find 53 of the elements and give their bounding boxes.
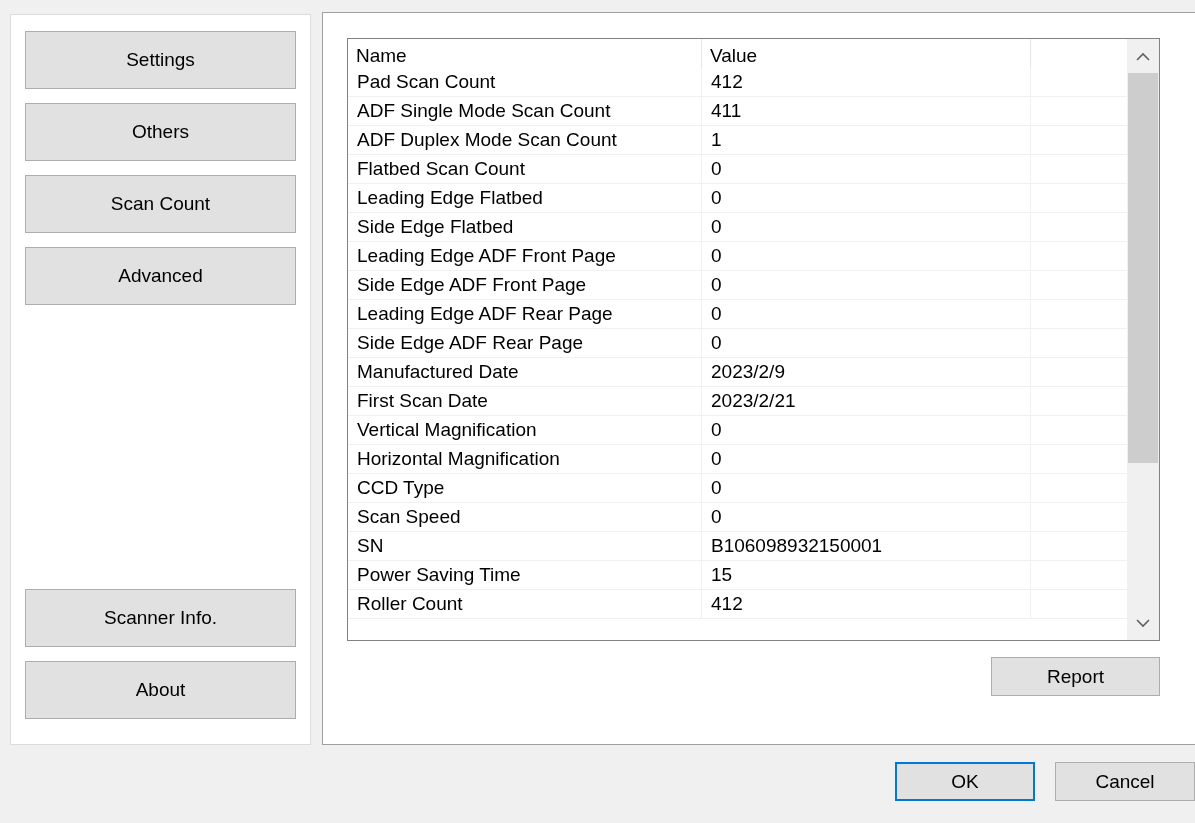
cancel-button[interactable]: Cancel [1055,762,1195,801]
scrollbar-thumb[interactable] [1128,73,1158,463]
sidebar-button[interactable]: Scan Count [25,175,296,233]
table-cell: 0 [702,300,1031,329]
table-cell: 412 [702,590,1031,619]
scroll-down-icon[interactable] [1136,618,1150,628]
scroll-up-icon[interactable] [1136,51,1150,61]
table-cell: Leading Edge Flatbed [348,184,702,213]
table-cell: ADF Duplex Mode Scan Count [348,126,702,155]
table-cell: Flatbed Scan Count [348,155,702,184]
column-header[interactable]: Value [702,39,1031,72]
table-cell: CCD Type [348,474,702,503]
table-cell: Vertical Magnification [348,416,702,445]
sidebar-button[interactable]: Others [25,103,296,161]
table-cell: First Scan Date [348,387,702,416]
table-cell: 0 [702,503,1031,532]
table-cell: Horizontal Magnification [348,445,702,474]
sidebar-button[interactable]: About [25,661,296,719]
table-cell: 0 [702,416,1031,445]
table-cell: 1 [702,126,1031,155]
table-cell: 0 [702,213,1031,242]
report-button[interactable]: Report [991,657,1160,696]
table-cell: 15 [702,561,1031,590]
table-cell: 0 [702,271,1031,300]
table-cell: 0 [702,242,1031,271]
table-cell: B106098932150001 [702,532,1031,561]
table-cell: 0 [702,445,1031,474]
table-cell: 2023/2/21 [702,387,1031,416]
table-cell: ADF Single Mode Scan Count [348,97,702,126]
table-cell: 0 [702,474,1031,503]
table-cell: 411 [702,97,1031,126]
table-cell: Manufactured Date [348,358,702,387]
table-cell: Pad Scan Count [348,68,702,97]
table-cell: Roller Count [348,590,702,619]
table-cell: Leading Edge ADF Front Page [348,242,702,271]
sidebar-button[interactable]: Advanced [25,247,296,305]
table-cell: 0 [702,155,1031,184]
table-cell: Power Saving Time [348,561,702,590]
table-cell: Side Edge ADF Front Page [348,271,702,300]
table-cell: Side Edge ADF Rear Page [348,329,702,358]
table-cell: 0 [702,329,1031,358]
ok-button[interactable]: OK [895,762,1035,801]
sidebar-button[interactable]: Settings [25,31,296,89]
table-cell: 412 [702,68,1031,97]
table-cell: Side Edge Flatbed [348,213,702,242]
sidebar-button[interactable]: Scanner Info. [25,589,296,647]
table-cell: Leading Edge ADF Rear Page [348,300,702,329]
table-cell: 0 [702,184,1031,213]
table-cell: Scan Speed [348,503,702,532]
table-cell: 2023/2/9 [702,358,1031,387]
column-header[interactable]: Name [348,39,702,72]
scrollbar[interactable] [1127,39,1159,640]
table-cell: SN [348,532,702,561]
